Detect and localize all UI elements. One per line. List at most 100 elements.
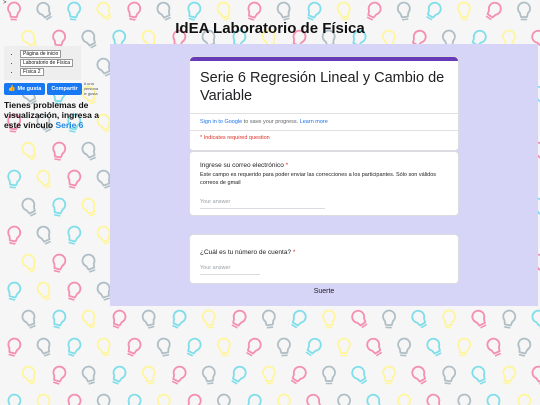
lightbulb-icon — [411, 365, 427, 385]
lightbulb-icon — [7, 225, 22, 245]
lightbulb-icon — [485, 1, 502, 21]
lightbulb-icon — [531, 365, 540, 385]
lightbulb-icon — [457, 337, 472, 357]
lightbulb-icon — [187, 1, 202, 21]
lightbulb-icon — [231, 365, 247, 385]
lightbulb-icon — [141, 365, 156, 385]
signin-text: to save your progress. — [243, 119, 299, 125]
lightbulb-icon — [517, 1, 531, 21]
lightbulb-icon — [322, 309, 336, 329]
lightbulb-icon — [216, 1, 231, 21]
lightbulb-icon — [7, 169, 22, 189]
breadcrumb-item[interactable]: Página de inicio — [20, 50, 79, 58]
lightbulb-icon — [502, 365, 517, 385]
question-email-card: Ingrese su correo electrónico * Este cam… — [189, 151, 459, 216]
lightbulb-icon — [67, 1, 82, 21]
lightbulb-icon — [517, 337, 532, 357]
lightbulb-icon — [442, 365, 457, 385]
lightbulb-icon — [156, 393, 171, 405]
form-header-card: Serie 6 Regresión Lineal y Cambio de Var… — [189, 56, 459, 151]
lightbulb-icon — [156, 337, 171, 357]
lightbulb-icon — [322, 365, 336, 385]
lightbulb-icon — [351, 309, 368, 329]
lightbulb-icon — [187, 393, 202, 405]
lightbulb-icon — [290, 365, 307, 385]
lightbulb-icon — [366, 337, 382, 357]
lightbulb-icon — [186, 337, 202, 357]
help-link[interactable]: Serie 6 — [56, 120, 84, 130]
lightbulb-icon — [81, 197, 96, 217]
lightbulb-icon — [262, 365, 276, 385]
lightbulb-icon — [396, 1, 411, 21]
lightbulb-icon — [81, 141, 96, 161]
question-account-label: ¿Cuál es tu número de cuenta? * — [200, 249, 296, 256]
lightbulb-icon — [277, 393, 291, 405]
facebook-like-button[interactable]: 👍 Me gusta — [4, 82, 46, 95]
lightbulb-icon — [366, 1, 382, 21]
lightbulb-icon — [156, 1, 171, 21]
lightbulb-icon — [36, 281, 51, 301]
lightbulb-icon — [52, 141, 67, 161]
lightbulb-icon — [336, 1, 351, 21]
lightbulb-icon — [21, 365, 36, 385]
breadcrumb-item[interactable]: Laboratorio de Física — [20, 59, 79, 67]
lightbulb-icon — [337, 393, 351, 405]
help-message: Tienes problemas de visualización, ingre… — [4, 100, 112, 130]
lightbulb-icon — [96, 393, 111, 405]
lightbulb-icon — [471, 309, 487, 329]
question-account-card: ¿Cuál es tu número de cuenta? * Your ans… — [189, 234, 459, 284]
lightbulb-icon — [21, 197, 37, 217]
sidebar: Página de inicio Laboratorio de Física F… — [4, 46, 112, 130]
lightbulb-icon — [7, 393, 22, 405]
lightbulb-icon — [277, 337, 291, 357]
lightbulb-icon — [52, 309, 67, 329]
signin-line: Sign in to Google to save your progress.… — [190, 114, 458, 130]
lightbulb-icon — [172, 309, 187, 329]
lightbulb-icon — [517, 393, 532, 405]
lightbulb-icon — [52, 197, 67, 217]
signin-link[interactable]: Sign in to Google — [200, 119, 242, 125]
lightbulb-icon — [36, 169, 52, 189]
account-number-field[interactable]: Your answer — [200, 265, 260, 275]
required-asterisk: * — [285, 162, 289, 169]
lightbulb-icon — [21, 141, 37, 161]
lightbulb-icon — [67, 393, 82, 405]
lightbulb-icon — [36, 337, 51, 357]
lightbulb-icon — [337, 337, 351, 357]
lightbulb-icon — [81, 309, 96, 329]
facebook-widget: 👍 Me gusta Compartir A una persona le gu… — [4, 81, 112, 96]
lightbulb-icon — [127, 1, 142, 21]
facebook-like-count: A una persona le gusta — [83, 81, 98, 96]
lightbulb-icon — [127, 337, 142, 357]
lightbulb-icon — [426, 1, 442, 21]
lightbulb-icon — [261, 309, 276, 329]
lightbulb-icon — [7, 337, 22, 357]
form-scroll-area[interactable]: Serie 6 Regresión Lineal y Cambio de Var… — [110, 44, 538, 284]
like-label: Me gusta — [17, 85, 42, 92]
help-text: Tienes problemas de visualización, ingre… — [4, 100, 99, 130]
lightbulb-icon — [21, 309, 36, 329]
form-title: Serie 6 Regresión Lineal y Cambio de Var… — [200, 70, 445, 104]
embedded-google-form[interactable]: Serie 6 Regresión Lineal y Cambio de Var… — [110, 44, 538, 306]
lightbulb-icon — [81, 365, 96, 385]
lightbulb-icon — [201, 309, 216, 329]
lightbulb-icon — [486, 337, 501, 357]
lightbulb-icon — [305, 337, 322, 357]
breadcrumb-item[interactable]: Física 2 — [20, 68, 79, 76]
email-field[interactable]: Your answer — [200, 199, 325, 209]
lightbulb-icon — [216, 393, 231, 405]
lightbulb-icon — [67, 169, 82, 189]
lightbulb-icon — [36, 225, 51, 245]
lightbulb-icon — [471, 365, 487, 385]
lightbulb-icon — [81, 253, 96, 273]
question-email-label: Ingrese su correo electrónico * — [200, 162, 289, 169]
learn-more-link[interactable]: Learn more — [300, 119, 328, 125]
facebook-share-button[interactable]: Compartir — [47, 82, 82, 95]
lightbulb-icon — [366, 393, 381, 405]
lightbulb-icon — [216, 337, 231, 357]
lightbulb-icon — [36, 393, 51, 405]
required-asterisk: * — [292, 249, 296, 256]
lightbulb-icon — [7, 1, 21, 21]
lightbulb-icon — [96, 337, 111, 357]
lightbulb-icon — [141, 309, 156, 329]
